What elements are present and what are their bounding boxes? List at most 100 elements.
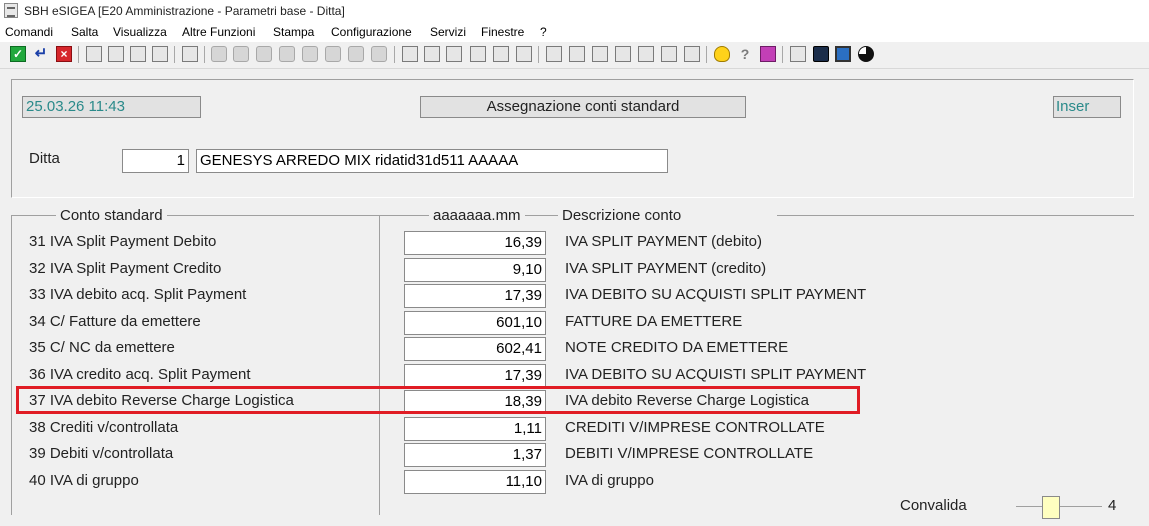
sparkle-icon[interactable] [592, 46, 608, 62]
row-description: NOTE CREDITO DA EMETTERE [565, 339, 789, 356]
f2-key-icon[interactable] [233, 46, 249, 62]
print-preview-icon[interactable] [446, 46, 462, 62]
row-description: IVA DEBITO SU ACQUISTI SPLIT PAYMENT [565, 286, 867, 303]
row-value-field[interactable]: 9,10 [404, 258, 546, 282]
row-name: 39 Debiti v/controllata [29, 445, 174, 462]
menu-visualizza[interactable]: Visualizza [113, 25, 167, 39]
ditta-name-field[interactable]: GENESYS ARREDO MIX ridatid31d511 AAAAA [196, 149, 668, 173]
row-value-field[interactable]: 602,41 [404, 337, 546, 361]
row-description: CREDITI V/IMPRESE CONTROLLATE [565, 419, 825, 436]
enter-arrow-icon[interactable]: ↵ [33, 46, 49, 62]
cancel-x-icon[interactable]: × [56, 46, 72, 62]
toolbar: ✓ ↵ × ? [0, 42, 1149, 69]
column-header-desc: Descrizione conto [558, 207, 778, 224]
layout-icon[interactable] [569, 46, 585, 62]
signature-icon[interactable] [790, 46, 806, 62]
pencil-tool-icon[interactable] [402, 46, 418, 62]
ditta-label: Ditta [29, 150, 60, 167]
highlight-box [16, 386, 860, 414]
row-name: 38 Crediti v/controllata [29, 419, 179, 436]
monitor-icon[interactable] [835, 46, 851, 62]
row-name: 40 IVA di gruppo [29, 472, 139, 489]
row-value-field[interactable]: 17,39 [404, 364, 546, 388]
row-description: IVA di gruppo [565, 472, 654, 489]
row-description: IVA SPLIT PAYMENT (credito) [565, 260, 767, 277]
row-value-field[interactable]: 11,10 [404, 470, 546, 494]
toolbar-separator [782, 46, 783, 63]
f5-key-icon[interactable] [302, 46, 318, 62]
row-name: 32 IVA Split Payment Credito [29, 260, 222, 277]
f9-alt-key-icon[interactable] [371, 46, 387, 62]
menu-salta[interactable]: Salta [71, 25, 98, 39]
toolbar-separator [394, 46, 395, 63]
menu-stampa[interactable]: Stampa [273, 25, 314, 39]
mode-indicator: Inser [1053, 96, 1121, 118]
note-list-icon[interactable] [152, 46, 168, 62]
toolbar-separator [706, 46, 707, 63]
table-icon[interactable] [615, 46, 631, 62]
row-name: 33 IVA debito acq. Split Payment [29, 286, 247, 303]
menu-finestre[interactable]: Finestre [481, 25, 524, 39]
toolbar-separator [538, 46, 539, 63]
footer-line [1060, 506, 1102, 507]
yellow-window-icon[interactable] [108, 46, 124, 62]
row-description: FATTURE DA EMETTERE [565, 313, 743, 330]
ruler-icon[interactable] [546, 46, 562, 62]
convalida-box[interactable] [1042, 496, 1060, 519]
page-number: 4 [1108, 497, 1117, 514]
menu-help[interactable]: ? [540, 25, 547, 39]
export-icon[interactable] [493, 46, 509, 62]
row-name: 36 IVA credito acq. Split Payment [29, 366, 251, 383]
row-description: DEBITI V/IMPRESE CONTROLLATE [565, 445, 814, 462]
row-description: IVA SPLIT PAYMENT (debito) [565, 233, 763, 250]
calendar-alt-icon[interactable] [684, 46, 700, 62]
form-title: Assegnazione conti standard [420, 96, 746, 118]
menu-bar: Comandi Salta Visualizza Altre Funzioni … [0, 22, 1149, 42]
title-bar: SBH eSIGEA [E20 Amministrazione - Parame… [0, 0, 1149, 22]
grid-view-icon[interactable] [470, 46, 486, 62]
row-value-field[interactable]: 1,11 [404, 417, 546, 441]
menu-comandi[interactable]: Comandi [5, 25, 53, 39]
f4-key-icon[interactable] [279, 46, 295, 62]
calendar-icon[interactable] [661, 46, 677, 62]
toolbar-separator [78, 46, 79, 63]
book-icon[interactable] [760, 46, 776, 62]
menu-configurazione[interactable]: Configurazione [331, 25, 412, 39]
help-icon[interactable]: ? [737, 46, 753, 62]
datetime-display: 25.03.26 11:43 [22, 96, 201, 118]
confirm-check-icon[interactable]: ✓ [10, 46, 26, 62]
f9-key-icon[interactable] [348, 46, 364, 62]
f3-key-icon[interactable] [256, 46, 272, 62]
column-header-value: aaaaaaa.mm [429, 207, 525, 224]
table-alt-icon[interactable] [638, 46, 654, 62]
row-value-field[interactable]: 17,39 [404, 284, 546, 308]
printer-icon[interactable] [424, 46, 440, 62]
app-icon [4, 3, 18, 18]
menu-altre-funzioni[interactable]: Altre Funzioni [182, 25, 255, 39]
f1-key-icon[interactable] [211, 46, 227, 62]
row-name: 35 C/ NC da emettere [29, 339, 175, 356]
toolbar-separator [174, 46, 175, 63]
binoculars-icon[interactable] [325, 46, 341, 62]
row-name: 31 IVA Split Payment Debito [29, 233, 217, 250]
note-edit-icon[interactable] [130, 46, 146, 62]
bulb-icon[interactable] [714, 46, 730, 62]
column-header-conto: Conto standard [56, 207, 167, 224]
window-tool-icon[interactable] [182, 46, 198, 62]
toolbar-separator [204, 46, 205, 63]
row-value-field[interactable]: 1,37 [404, 443, 546, 467]
convalida-label: Convalida [900, 497, 967, 514]
row-value-field[interactable]: 601,10 [404, 311, 546, 335]
window-title: SBH eSIGEA [E20 Amministrazione - Parame… [24, 4, 345, 18]
document-icon[interactable] [516, 46, 532, 62]
phone-icon[interactable] [813, 46, 829, 62]
row-description: IVA DEBITO SU ACQUISTI SPLIT PAYMENT [565, 366, 867, 383]
row-value-field[interactable]: 16,39 [404, 231, 546, 255]
menu-servizi[interactable]: Servizi [430, 25, 466, 39]
row-name: 34 C/ Fatture da emettere [29, 313, 201, 330]
yellow-window-icon[interactable] [86, 46, 102, 62]
pie-chart-icon[interactable] [858, 46, 874, 62]
column-divider [379, 215, 380, 515]
ditta-code-field[interactable]: 1 [122, 149, 189, 173]
footer-line [1016, 506, 1042, 507]
